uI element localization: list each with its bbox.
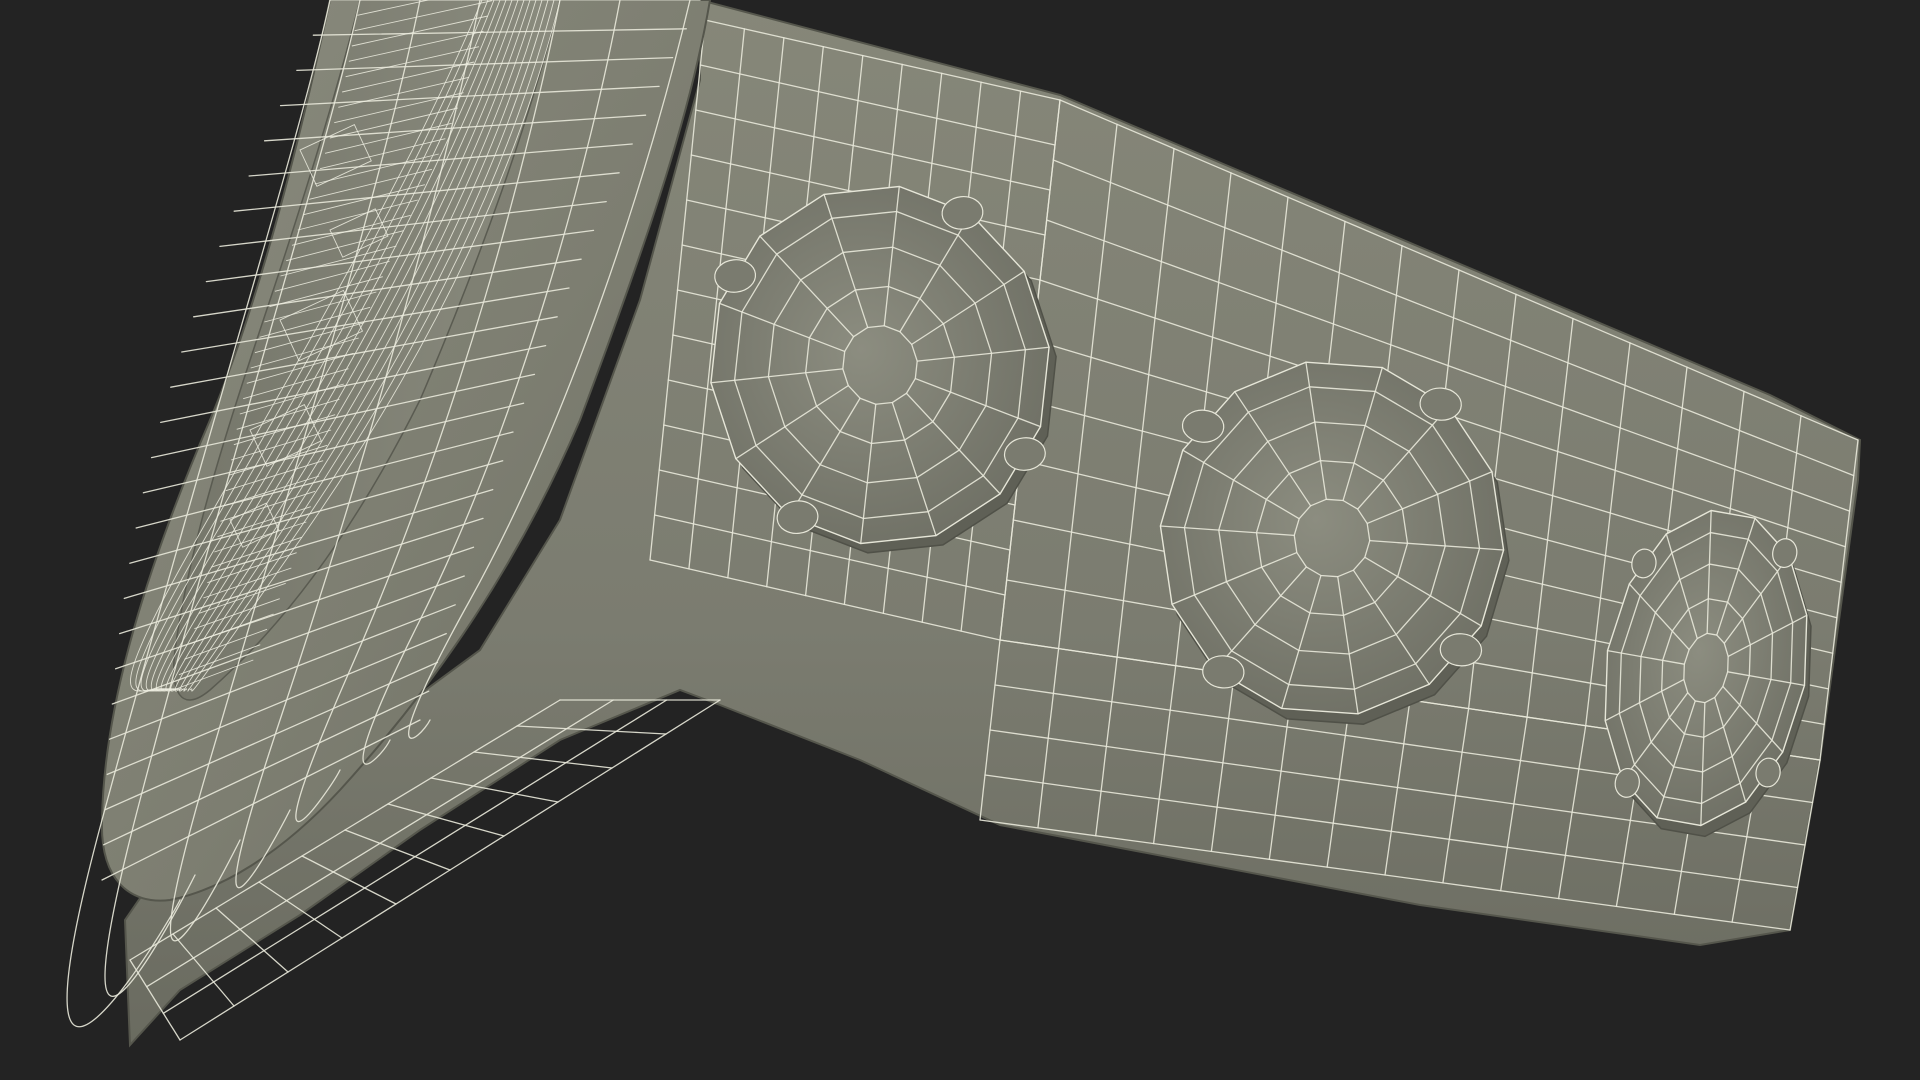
wireframe-model [66,0,1862,1048]
render-viewport [0,0,1920,1080]
